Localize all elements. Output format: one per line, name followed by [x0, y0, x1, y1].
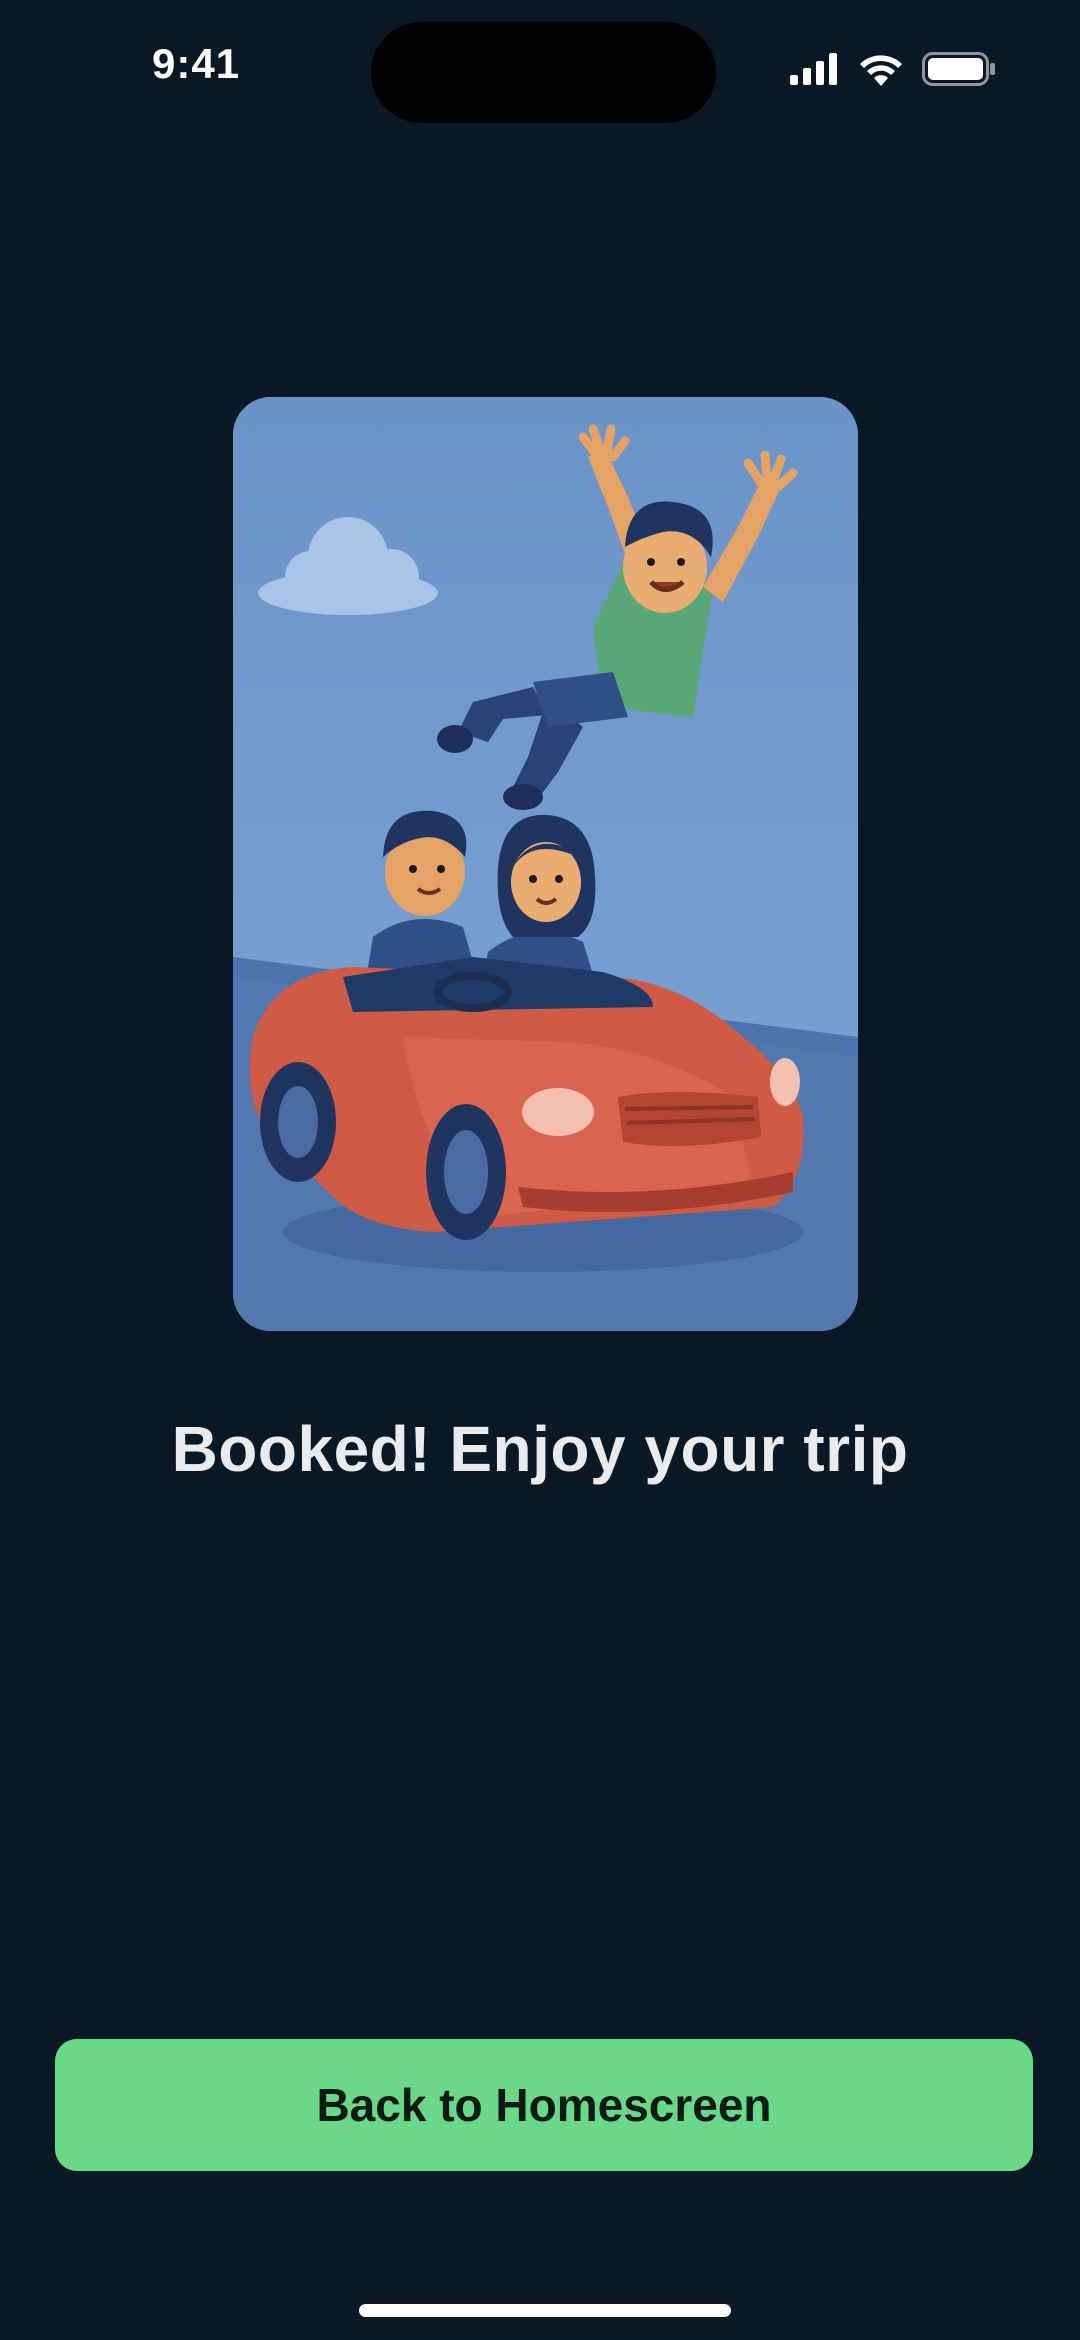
friends-in-car-illustration [233, 397, 858, 1331]
back-to-homescreen-button[interactable]: Back to Homescreen [55, 2039, 1033, 2171]
dynamic-island [371, 22, 716, 123]
home-indicator[interactable] [359, 2304, 731, 2317]
cellular-signal-icon [790, 53, 840, 90]
battery-icon [922, 52, 996, 91]
wifi-icon [858, 52, 904, 91]
illustration-card [233, 397, 858, 1331]
status-icons [790, 52, 996, 91]
booking-confirmation-screen: 9:41 Booked! Enjoy your trip Back to Hom… [0, 0, 1080, 2340]
confirmation-headline: Booked! Enjoy your trip [171, 1413, 909, 1485]
status-time: 9:41 [152, 40, 241, 87]
